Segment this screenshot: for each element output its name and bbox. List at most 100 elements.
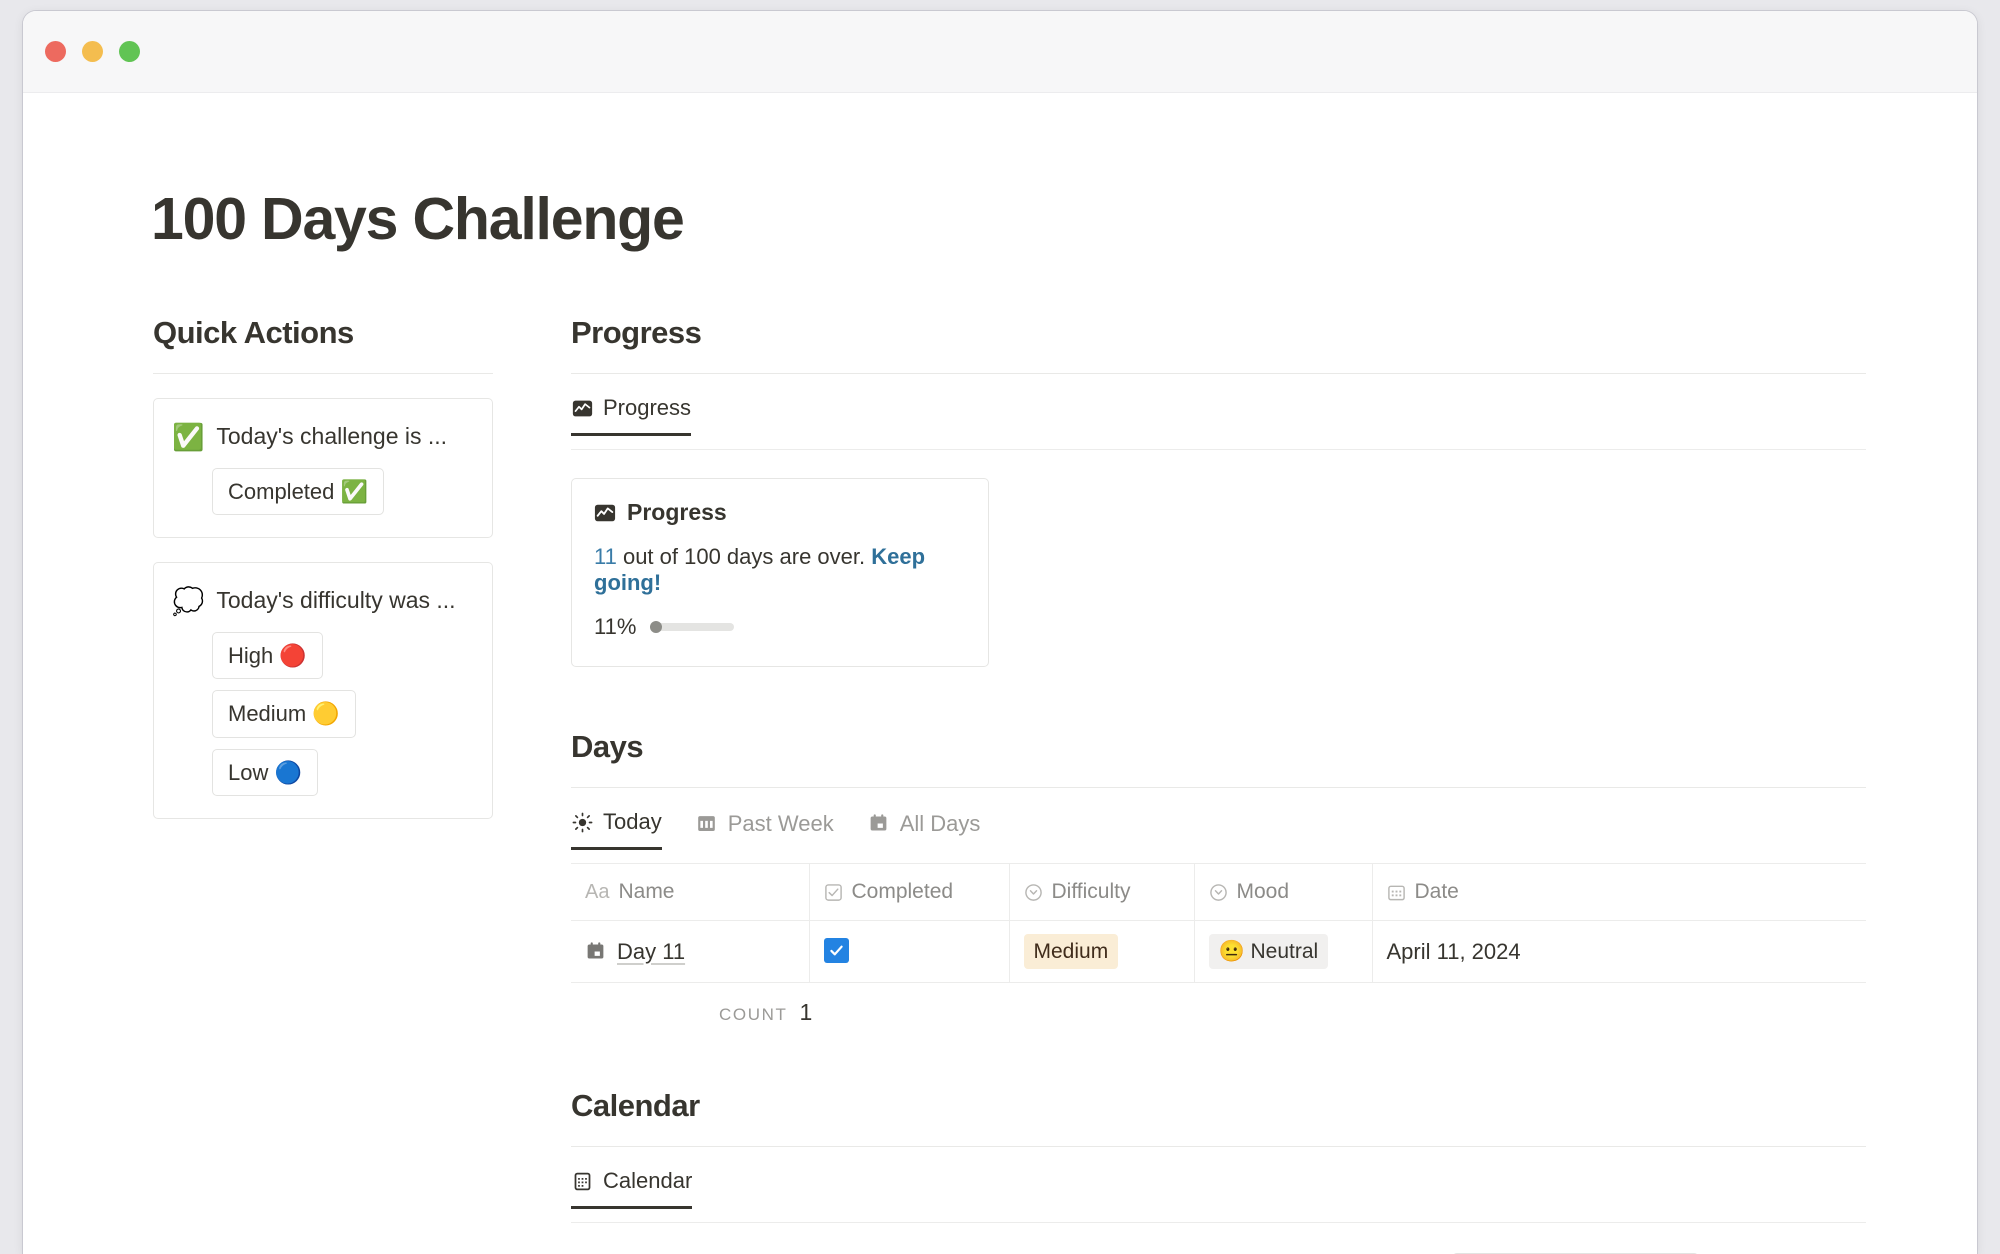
days-table-header-row: Aa Name Completed Difficulty Mood Date [571,864,1866,921]
progress-bar-knob[interactable] [650,621,663,633]
text-aa-icon: Aa [585,880,610,903]
column-header-name-label: Name [618,880,675,903]
cell-mood[interactable]: 😐 Neutral [1194,920,1373,984]
calendar-controls-bar: April 2024 11 Open in Calendar ‹ Today › [571,1223,1866,1254]
days-tabbar: Today Past Week All Days [571,788,1866,864]
progress-heading: Progress [571,315,702,350]
difficulty-low-button[interactable]: Low 🔵 [212,748,318,796]
tab-past-week-label: Past Week [727,810,834,836]
mood-badge-label: Neutral [1250,940,1319,963]
column-header-mood-label: Mood [1236,880,1290,903]
neutral-face-emoji-icon: 😐 [1218,940,1245,963]
difficulty-medium-label: Medium [228,701,307,726]
sun-icon [571,811,593,833]
page-content: 100 Days Challenge Quick Actions ✅ Today… [23,93,1977,1254]
column-header-difficulty-label: Difficulty [1051,880,1131,903]
progress-tabbar: Progress [571,374,1866,450]
row-date-value: April 11, 2024 [1386,938,1521,964]
window-titlebar [23,11,1977,93]
tab-past-week[interactable]: Past Week [696,811,834,849]
table-row[interactable]: Day 11 Medium 😐 Neutral April 11, 2024 [571,920,1866,984]
quick-action-buttons: Completed ✅ [172,467,472,515]
days-section: Days Today Past Week All Days Aa Name Co… [571,729,1866,1026]
select-icon [1209,883,1228,902]
days-heading: Days [571,729,644,764]
progress-card-header: Progress [594,499,966,526]
minimize-window-button[interactable] [82,41,103,62]
column-header-mood[interactable]: Mood [1194,864,1373,921]
difficulty-low-label: Low [228,759,269,785]
progress-bar-row: 11% [594,614,966,640]
traffic-lights [45,41,140,62]
count-label[interactable]: COUNT [719,1005,787,1025]
column-header-completed[interactable]: Completed [809,864,1010,921]
close-window-button[interactable] [45,41,66,62]
tab-today[interactable]: Today [571,809,662,850]
thought-balloon-emoji-icon: 💭 [172,586,205,616]
quick-action-header: 💭 Today's difficulty was ... [172,585,472,618]
quick-action-header: ✅ Today's challenge is ... [172,421,472,454]
quick-actions-heading: Quick Actions [153,315,354,350]
quick-action-card-difficulty: 💭 Today's difficulty was ... High 🔴 Medi… [153,562,493,819]
column-header-date[interactable]: Date [1372,864,1866,921]
count-value: 1 [799,999,813,1026]
quick-action-buttons: High 🔴 Medium 🟡 Low 🔵 [172,631,472,796]
difficulty-high-button[interactable]: High 🔴 [212,631,323,679]
progress-sentence: 11 out of 100 days are over. Keep going! [594,544,966,596]
tab-all-days-label: All Days [899,810,981,836]
calendar-section: Calendar Calendar April 2024 [571,1088,1866,1254]
tab-progress[interactable]: Progress [571,395,692,436]
cell-completed[interactable] [809,920,1010,984]
completed-button[interactable]: Completed ✅ [212,467,384,515]
column-header-completed-label: Completed [851,880,954,903]
chart-icon [594,502,616,524]
row-name-link[interactable]: Day 11 [617,939,685,965]
tab-all-days[interactable]: All Days [868,810,981,849]
app-window: 100 Days Challenge Quick Actions ✅ Today… [22,10,1978,1254]
blue-circle-emoji-icon: 🔵 [274,759,302,785]
tab-calendar[interactable]: Calendar [571,1168,693,1210]
mood-badge: 😐 Neutral [1208,934,1329,970]
quick-actions-divider [153,373,493,374]
cell-date[interactable]: April 11, 2024 [1372,920,1866,984]
quick-action-label: Today's difficulty was ... [216,587,456,613]
main-column: Progress Progress Progress 11 out of 100… [571,315,1866,1254]
completed-button-label: Completed [228,478,335,504]
days-table-footer: COUNT 1 [571,983,1866,1026]
calendar-week-icon [696,813,718,835]
tab-progress-label: Progress [603,395,692,420]
tab-today-label: Today [603,809,662,834]
calendar-page-icon [585,941,606,962]
tab-calendar-label: Calendar [603,1168,693,1194]
quick-action-label: Today's challenge is ... [216,423,448,449]
calendar-tabbar: Calendar [571,1147,1866,1224]
select-icon [1024,883,1043,902]
red-circle-emoji-icon: 🔴 [279,642,307,668]
days-done-value: 11 [594,544,617,569]
cell-name[interactable]: Day 11 [571,920,810,984]
maximize-window-button[interactable] [119,41,140,62]
chart-icon [571,397,593,419]
progress-percent-label: 11% [594,614,637,639]
difficulty-medium-button[interactable]: Medium 🟡 [212,690,356,738]
check-mark-button-emoji-icon: ✅ [340,478,368,504]
checkbox-icon [824,883,843,902]
progress-section: Progress Progress Progress 11 out of 100… [571,315,1866,667]
progress-card-title: Progress [627,499,727,525]
calendar-heading: Calendar [571,1088,700,1124]
completed-checkbox[interactable] [823,938,849,964]
days-table: Aa Name Completed Difficulty Mood Date D… [571,864,1866,984]
calendar-icon [571,1170,593,1192]
difficulty-high-label: High [228,642,274,668]
quick-action-card-challenge: ✅ Today's challenge is ... Completed ✅ [153,398,493,538]
column-header-date-label: Date [1414,880,1459,903]
quick-actions-column: Quick Actions ✅ Today's challenge is ...… [153,315,493,819]
column-header-name[interactable]: Aa Name [571,864,810,921]
page-title: 100 Days Challenge [151,186,685,252]
date-icon [1387,883,1406,902]
check-mark-button-emoji-icon: ✅ [172,422,205,452]
calendar-icon [868,813,890,835]
column-header-difficulty[interactable]: Difficulty [1009,864,1195,921]
progress-bar-track[interactable] [650,621,735,633]
cell-difficulty[interactable]: Medium [1009,920,1195,984]
